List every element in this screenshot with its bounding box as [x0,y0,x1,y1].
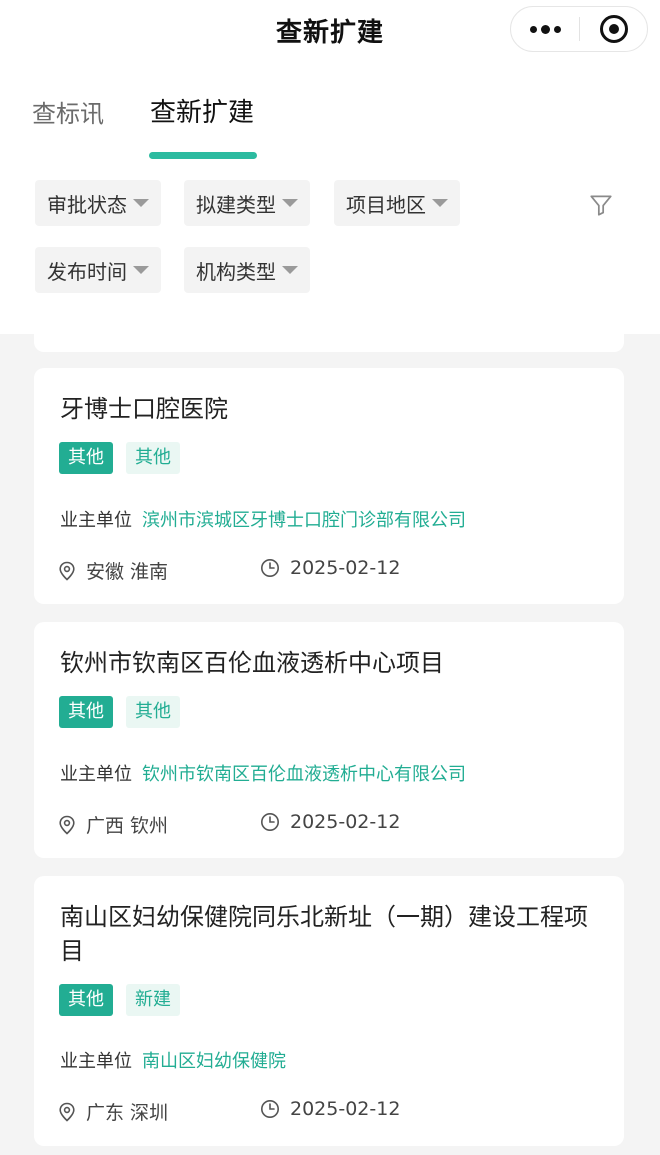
filter-panel: 审批状态 拟建类型 项目地区 发布时间 机构类型 [0,164,660,334]
filter-label: 发布时间 [47,259,127,284]
active-tab-indicator [149,152,257,159]
location-text: 广西 钦州 [86,815,169,837]
project-card[interactable]: 牙博士口腔医院 其他 其他 业主单位 滨州市滨城区牙博士口腔门诊部有限公司 安徽… [34,368,624,604]
filter-approval-status[interactable]: 审批状态 [35,180,161,226]
caret-down-icon [282,266,298,274]
project-date: 2025-02-12 [260,1098,400,1120]
location-text: 广东 深圳 [86,1102,169,1124]
tag-build-type: 新建 [126,984,180,1016]
tab-new-expansion[interactable]: 查新扩建 [150,92,254,129]
tag-build-type: 其他 [126,442,180,474]
location-text: 安徽 淮南 [86,561,169,583]
clock-icon [261,813,279,831]
tag-category: 其他 [59,984,113,1016]
previous-card-edge [34,326,624,352]
project-title: 南山区妇幼保健院同乐北新址（一期）建设工程项目 [60,903,588,965]
project-card[interactable]: 钦州市钦南区百伦血液透析中心项目 其他 其他 业主单位 钦州市钦南区百伦血液透析… [34,622,624,858]
filter-label: 机构类型 [196,259,276,284]
owner-label: 业主单位 [60,1051,132,1072]
project-location: 安徽 淮南 [58,557,168,584]
caret-down-icon [282,199,298,207]
filter-label: 审批状态 [47,192,127,217]
date-text: 2025-02-12 [290,557,401,579]
page: 查新扩建 查标讯 查新扩建 审批状态 拟建类型 项目地区 发布时间 机构类型 牙… [0,0,660,1155]
caret-down-icon [133,266,149,274]
project-card[interactable]: 南山区妇幼保健院同乐北新址（一期）建设工程项目 其他 新建 业主单位 南山区妇幼… [34,876,624,1146]
mini-program-capsule [510,6,648,52]
owner-label: 业主单位 [60,764,132,785]
filter-project-region[interactable]: 项目地区 [334,180,460,226]
tab-bar: 查标讯 查新扩建 [0,60,660,164]
location-pin-icon [59,815,75,835]
filter-publish-time[interactable]: 发布时间 [35,247,161,293]
project-title: 牙博士口腔医院 [60,395,228,423]
filter-label: 拟建类型 [196,192,276,217]
funnel-filter-icon[interactable] [588,192,614,218]
owner-link[interactable]: 滨州市滨城区牙博士口腔门诊部有限公司 [142,506,466,532]
filter-org-type[interactable]: 机构类型 [184,247,310,293]
tag-build-type: 其他 [126,696,180,728]
caret-down-icon [432,199,448,207]
owner-link[interactable]: 钦州市钦南区百伦血液透析中心有限公司 [142,760,466,786]
project-location: 广东 深圳 [58,1098,168,1125]
more-icon[interactable] [511,7,579,51]
project-date: 2025-02-12 [260,811,400,833]
project-title: 钦州市钦南区百伦血液透析中心项目 [60,649,444,677]
date-text: 2025-02-12 [290,811,401,833]
close-target-icon[interactable] [580,7,647,51]
clock-icon [261,1100,279,1118]
filter-label: 项目地区 [346,192,426,217]
owner-label: 业主单位 [60,510,132,531]
clock-icon [261,559,279,577]
location-pin-icon [59,561,75,581]
project-date: 2025-02-12 [260,557,400,579]
filter-build-type[interactable]: 拟建类型 [184,180,310,226]
project-location: 广西 钦州 [58,811,168,838]
owner-link[interactable]: 南山区妇幼保健院 [142,1047,286,1073]
tab-bid-info[interactable]: 查标讯 [32,94,104,129]
date-text: 2025-02-12 [290,1098,401,1120]
nav-bar: 查新扩建 [0,0,660,60]
tag-category: 其他 [59,696,113,728]
location-pin-icon [59,1102,75,1122]
tag-category: 其他 [59,442,113,474]
caret-down-icon [133,199,149,207]
